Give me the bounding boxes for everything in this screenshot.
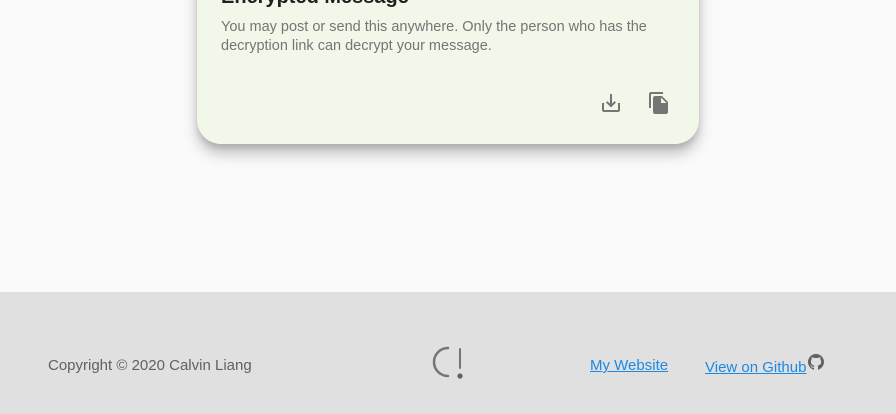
- card-title: Encrypted Message: [221, 0, 409, 9]
- copy-button[interactable]: [641, 85, 677, 121]
- my-website-link[interactable]: My Website: [590, 357, 668, 375]
- main-content: Encrypted Message You may post or send t…: [0, 0, 896, 292]
- download-button[interactable]: [593, 85, 629, 121]
- card-description: You may post or send this anywhere. Only…: [221, 19, 647, 54]
- copy-icon: [647, 91, 671, 115]
- view-on-github-link[interactable]: View on Github: [705, 354, 825, 378]
- github-link-label: View on Github: [705, 358, 807, 376]
- github-icon: [808, 354, 825, 375]
- app-logo-icon: [428, 344, 468, 384]
- download-icon: [599, 91, 623, 115]
- encrypted-message-card: Encrypted Message You may post or send t…: [197, 0, 699, 144]
- copyright-text: Copyright © 2020 Calvin Liang: [48, 357, 252, 374]
- footer: Copyright © 2020 Calvin Liang My Website…: [0, 292, 896, 414]
